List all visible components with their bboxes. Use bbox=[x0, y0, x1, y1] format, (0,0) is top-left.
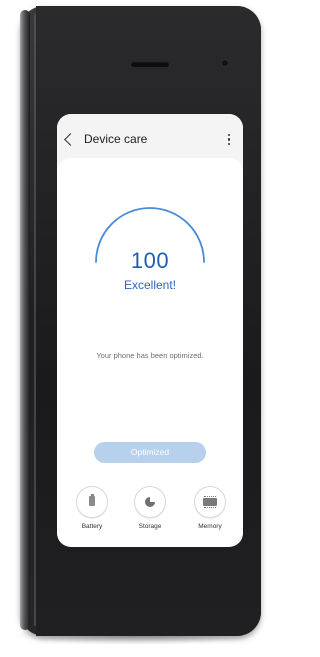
battery-label: Battery bbox=[81, 523, 103, 530]
memory-button[interactable] bbox=[194, 486, 226, 518]
device-photo: Device care 100 Excellent! Your phone ha… bbox=[0, 0, 263, 657]
hinge-line bbox=[34, 14, 36, 626]
battery-icon bbox=[89, 494, 95, 506]
front-camera bbox=[222, 60, 228, 66]
score-status: Excellent! bbox=[123, 278, 177, 292]
storage-label: Storage bbox=[138, 523, 162, 530]
page-title: Device care bbox=[84, 132, 148, 146]
battery-button[interactable] bbox=[76, 486, 108, 518]
app-bar: Device care bbox=[57, 114, 243, 164]
phone-screen: Device care 100 Excellent! Your phone ha… bbox=[57, 114, 243, 547]
storage-tile[interactable]: Storage bbox=[120, 486, 180, 542]
optimized-button[interactable]: Optimized bbox=[94, 442, 206, 463]
storage-button[interactable] bbox=[134, 486, 166, 518]
earpiece-speaker bbox=[131, 62, 169, 67]
phone-hinge bbox=[20, 10, 30, 630]
battery-tile[interactable]: Battery bbox=[62, 486, 122, 542]
score-value: 100 bbox=[130, 248, 170, 273]
storage-icon bbox=[145, 497, 155, 507]
memory-label: Memory bbox=[198, 523, 222, 530]
memory-tile[interactable]: Memory bbox=[180, 486, 240, 542]
memory-icon bbox=[203, 496, 217, 508]
optimized-message: Your phone has been optimized. bbox=[96, 351, 204, 360]
chevron-left-icon[interactable] bbox=[64, 133, 77, 146]
more-vertical-icon[interactable] bbox=[228, 134, 231, 146]
device-care-card: 100 Excellent! Your phone has been optim… bbox=[57, 158, 243, 547]
